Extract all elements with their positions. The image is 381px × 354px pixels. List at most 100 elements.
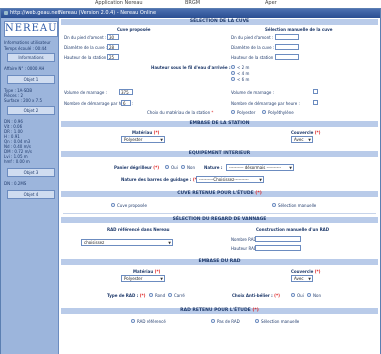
nereau-logo: NEREAU — [4, 21, 58, 37]
meta-hmf: hmf : 0.00 m — [4, 159, 30, 164]
manual-volume-field[interactable] — [313, 89, 318, 94]
manual-diametre-label: Diamètre de la cuve : — [231, 45, 275, 50]
user-info-label: Informations utilisateur — [4, 40, 51, 45]
anti-belier-oui-label: Oui — [297, 293, 304, 298]
couvercle-select[interactable]: Avec — [291, 136, 313, 143]
rad-rond-label: Rond — [155, 293, 166, 298]
window-title: Nereau (Version 2.0.4) - Nereau Online — [59, 10, 157, 16]
nature-label: Nature : — [204, 165, 223, 170]
materiau-select[interactable]: Polyester — [121, 136, 165, 143]
type-rad-label: Type de RAD : (*) — [107, 293, 145, 298]
selection-manuelle-label: Sélection manuelle — [278, 203, 317, 208]
anti-belier-non-radio[interactable] — [307, 293, 311, 297]
required-mark: (*) — [153, 130, 160, 135]
demarrage-field[interactable]: 6 — [121, 100, 131, 106]
required-mark: (*) — [252, 308, 259, 313]
dn-amont-field[interactable]: 30 — [107, 34, 119, 40]
polyester-radio[interactable] — [231, 110, 235, 114]
couvercle-text: Couvercle — [291, 130, 314, 135]
rad-couvercle-select[interactable]: Avec — [291, 275, 313, 282]
polyester-label: Polyester — [237, 110, 256, 115]
object2-button[interactable]: Objet 2 — [7, 106, 55, 115]
panier-oui-radio[interactable] — [165, 165, 169, 169]
barres-guidage-label: Nature des barres de guidage : (*) — [121, 177, 199, 182]
pas-de-rad-label: Pas de RAD — [217, 319, 240, 324]
section-cuve-header: SÉLECTION DE LA CUVE — [61, 19, 378, 25]
rad-retenu-text: RAD RETENU POUR L'ÉTUDE — [180, 308, 251, 313]
rad-materiau-select[interactable]: Polyester — [121, 275, 165, 282]
topbar-right: Aper — [265, 0, 277, 6]
hauteur-4m-label: < 4 m — [237, 71, 250, 76]
rad-materiau-label: Matériau (*) — [133, 269, 160, 274]
rad-couvercle-text: Couvercle — [291, 269, 314, 274]
required-mark: (*) — [274, 293, 280, 298]
anti-belier-oui-radio[interactable] — [291, 293, 295, 297]
selection-manuelle-radio[interactable] — [272, 203, 276, 207]
url-text: http://web.geau.net — [10, 10, 60, 16]
browser-icon — [4, 11, 8, 15]
barres-guidage-select[interactable]: ----------Choisissez---------- — [196, 176, 264, 183]
cuve-proposee-label: Cuve proposée — [117, 203, 147, 208]
rad-carre-radio[interactable] — [168, 293, 172, 297]
hauteur-fil-eau-label: Hauteur sous le fil d'eau d'arrivée : — [151, 65, 231, 70]
barres-guidage-text: Nature des barres de guidage : — [121, 177, 192, 182]
dn-text: DN : 0.2MS — [4, 181, 27, 186]
manual-volume-label: Volume de marnage : — [231, 90, 274, 95]
manual-dn-amont-field[interactable] — [275, 34, 299, 40]
cuve-manuelle-title: Sélection manuelle de la cuve — [265, 27, 333, 32]
rad-rond-radio[interactable] — [149, 293, 153, 297]
anti-belier-text: Choix Anti-bélier : — [232, 293, 273, 298]
object1-button[interactable]: Objet 1 — [7, 75, 55, 84]
nombre-rad-field[interactable] — [255, 236, 301, 242]
object3-button[interactable]: Objet 3 — [7, 168, 55, 177]
panier-non-radio[interactable] — [181, 165, 185, 169]
hauteur-station-label: Hauteur de la station : — [64, 55, 109, 60]
hauteur-station-field[interactable]: 25 — [107, 54, 119, 60]
section-embase-header: EMBASE DE LA STATION — [61, 121, 378, 127]
panier-label: Panier dégrilleur (*) — [114, 165, 159, 170]
nature-select[interactable]: ---------- désormais ---------- — [226, 164, 294, 171]
required-mark: (*) — [139, 293, 146, 298]
object4-button[interactable]: Objet 4 — [7, 190, 55, 199]
manual-hauteur-label: Hauteur de la station : — [231, 55, 276, 60]
section-rad-header: SÉLECTION DU REGARD DE VANNAGE — [61, 217, 378, 223]
choix-materiau-label: Choix du matériau de la station * — [147, 110, 213, 115]
rad-reference-label: RAD référencé — [137, 319, 166, 324]
manual-demarrage-label: Nombre de démarrage par heure : — [231, 101, 300, 106]
main-form: SÉLECTION DE LA CUVE Cuve proposée Sélec… — [59, 18, 380, 354]
couvercle-label: Couvercle (*) — [291, 130, 320, 135]
type-rad-text: Type de RAD : — [107, 293, 139, 298]
rad-manuel-radio[interactable] — [255, 319, 259, 323]
section-equipement-header: EQUIPEMENT INTERIEUR — [61, 151, 378, 157]
cuve-proposee-radio[interactable] — [111, 203, 115, 207]
hauteur-rad-field[interactable] — [255, 245, 301, 251]
anti-belier-non-label: Non — [313, 293, 321, 298]
materiau-text: Matériau — [132, 130, 153, 135]
pas-de-rad-radio[interactable] — [211, 319, 215, 323]
volume-marnage-field[interactable]: 375 — [119, 89, 133, 95]
section-embase-rad-header: EMBASE DU RAD — [61, 259, 378, 265]
title-bar: http://web.geau.net Nereau (Version 2.0.… — [1, 9, 380, 18]
affaire-number: Affaire N° : 0000 AH — [4, 66, 45, 71]
manual-demarrage-field[interactable] — [313, 100, 318, 105]
elapsed-time: Temps écoulé : 00:44 — [4, 46, 47, 51]
manual-diametre-field[interactable] — [275, 44, 299, 50]
polyethylene-radio[interactable] — [262, 110, 266, 114]
surface-text: Surface : 200 x 7.5 — [4, 98, 43, 103]
hauteur-2m-radio[interactable] — [231, 65, 235, 69]
section-rad-retenu-header: RAD RETENU POUR L'ÉTUDE (*) — [61, 308, 378, 314]
required-mark: (*) — [153, 165, 160, 170]
diametre-field[interactable]: 28 — [107, 44, 119, 50]
panier-text: Panier dégrilleur — [114, 165, 152, 170]
manual-hauteur-field[interactable] — [275, 54, 299, 60]
choix-materiau-text: Choix du matériau de la station — [147, 110, 211, 115]
polyethylene-label: Polyéthylène — [268, 110, 294, 115]
info-button[interactable]: Informations — [7, 53, 55, 62]
hauteur-6m-radio[interactable] — [231, 77, 235, 81]
rad-reference-radio[interactable] — [131, 319, 135, 323]
hauteur-4m-radio[interactable] — [231, 71, 235, 75]
hauteur-2m-label: < 2 m — [237, 65, 250, 70]
required-mark: (*) — [314, 269, 321, 274]
rad-reference-select[interactable]: choisissez — [81, 239, 173, 246]
panier-oui-label: Oui — [171, 165, 178, 170]
